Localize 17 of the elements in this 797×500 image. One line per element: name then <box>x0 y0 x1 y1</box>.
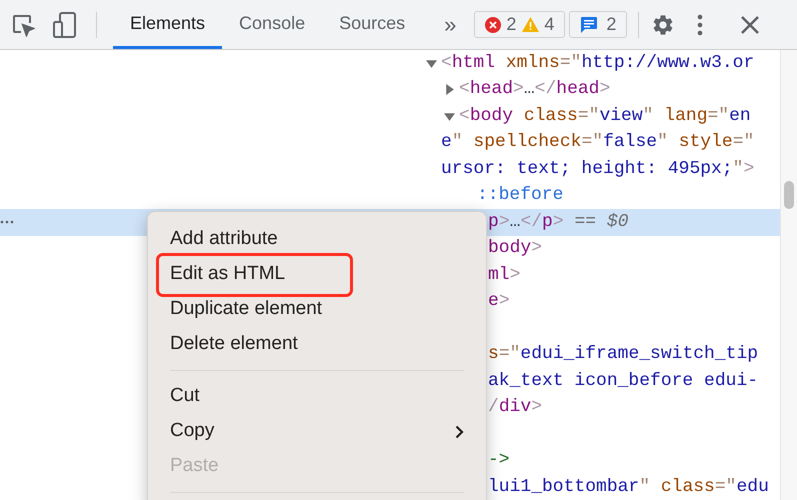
dom-node-line: e" spellcheck="false" style=" <box>441 131 754 154</box>
dom-node-line: body> <box>488 237 542 260</box>
dom-node-line: ::before <box>477 184 564 208</box>
dom-node-line: <head>…</head> <box>459 78 610 102</box>
counter-number: 4 <box>544 13 554 36</box>
dom-node-line: e> <box>488 290 510 314</box>
dom-node-line: -> <box>488 449 510 472</box>
dom-node-line: lui1_bottombar" class="edu <box>488 476 769 499</box>
dom-node-line: ak_text icon_before edui- <box>488 370 758 393</box>
dom-node-line: ml> <box>488 264 520 287</box>
dom-node-line: /div> <box>488 396 542 420</box>
counter-number: 2 <box>506 13 516 36</box>
dom-node-line: <html xmlns="http://www.w3.or <box>441 52 754 75</box>
dom-node-line: s="edui_iframe_switch_tip <box>488 343 758 366</box>
dom-node-line: ursor: text; height: 495px;"> <box>441 158 754 181</box>
dom-node-line: p>…</p> == $0 <box>488 210 628 234</box>
dom-node-line: <body class="view" lang="en <box>459 104 751 128</box>
